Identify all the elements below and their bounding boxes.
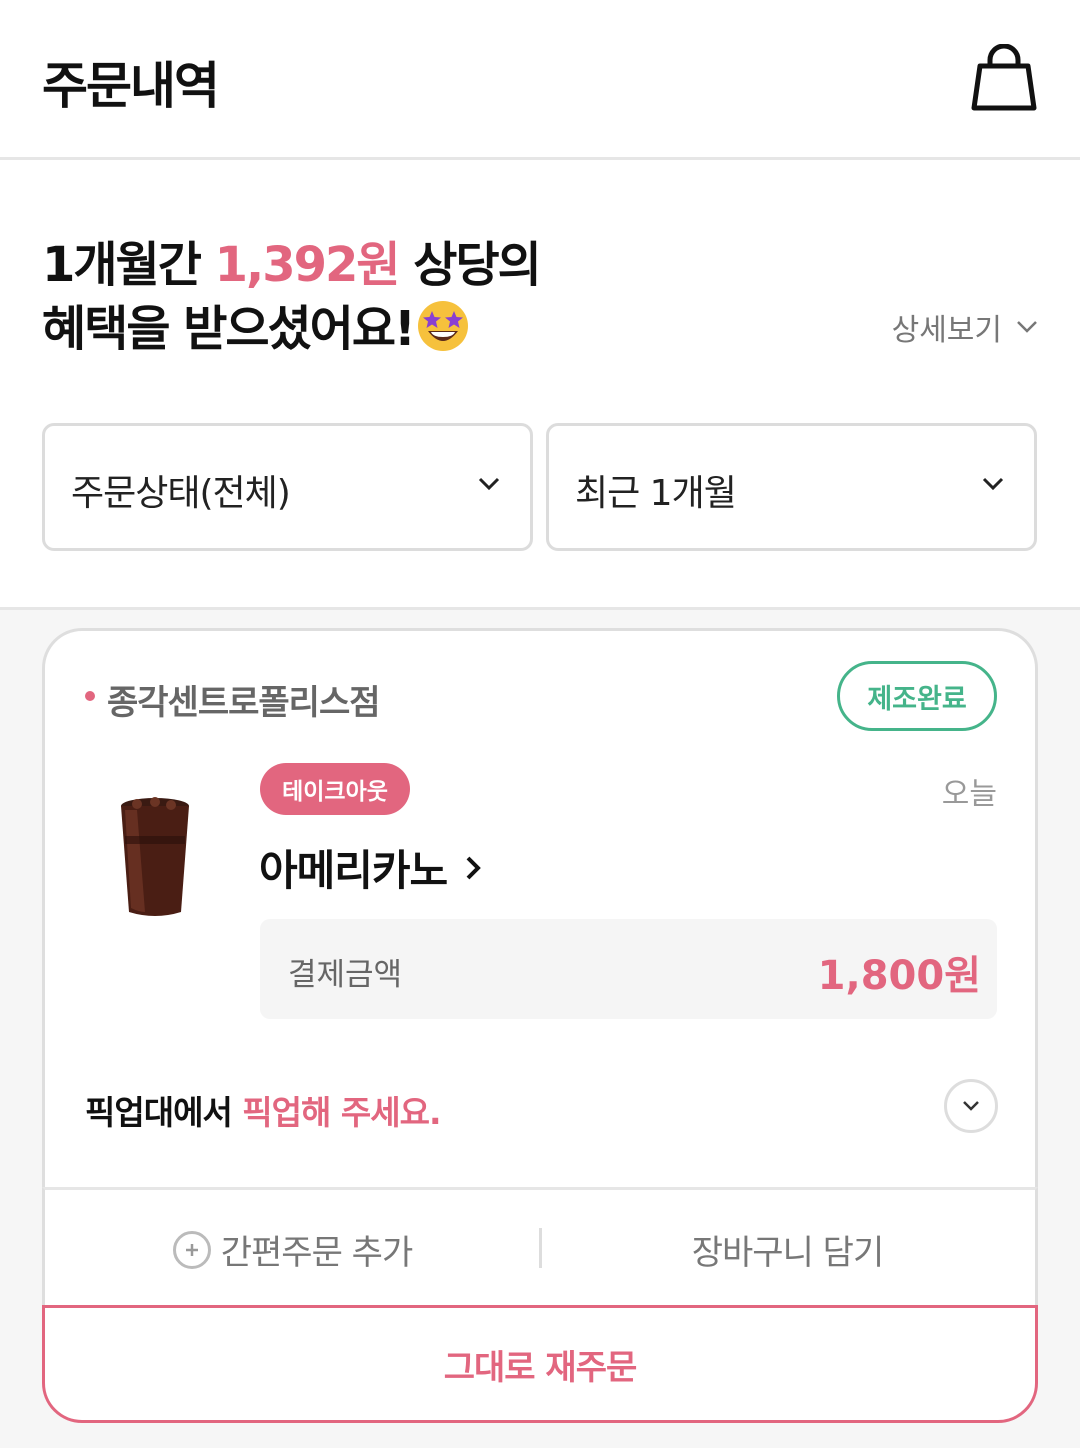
pickup-prefix: 픽업대에서: [85, 1093, 243, 1132]
chevron-down-icon: [1017, 321, 1037, 333]
product-link[interactable]: 아메리카노: [259, 837, 482, 898]
product-name: 아메리카노: [259, 846, 448, 895]
detail-link-label: 상세보기: [891, 313, 1002, 348]
benefit-amount: 1,392원: [214, 237, 401, 293]
benefit-summary: 1개월간 1,392원 상당의 혜택을 받으셨어요! 상세보기 주문상태(전체)…: [0, 163, 1080, 607]
payment-box: 결제금액 1,800원: [260, 919, 997, 1019]
chevron-down-icon: [478, 477, 500, 491]
add-to-cart-button[interactable]: 장바구니 담기: [540, 1190, 1035, 1309]
period-filter-label: 최근 1개월: [575, 473, 737, 514]
plus-icon: [172, 1230, 211, 1269]
shopping-bag-icon[interactable]: [970, 44, 1038, 114]
order-card: 종각센트로폴리스점 제조완료 테이크아웃 오늘 아메리카노 결제금액 1,800…: [42, 628, 1038, 1208]
headline-suffix: 상당의: [398, 237, 542, 293]
status-filter-label: 주문상태(전체): [71, 473, 291, 514]
headline-prefix: 1개월간: [42, 237, 215, 293]
benefit-headline: 1개월간 1,392원 상당의 혜택을 받으셨어요!: [42, 233, 542, 361]
add-to-cart-label: 장바구니 담기: [691, 1233, 884, 1273]
period-filter-dropdown[interactable]: 최근 1개월: [546, 423, 1037, 551]
chevron-right-icon: [466, 856, 482, 879]
status-filter-dropdown[interactable]: 주문상태(전체): [42, 423, 533, 551]
chevron-down-icon: [963, 1101, 979, 1111]
add-quick-order-label: 간편주문 추가: [220, 1233, 413, 1273]
chevron-down-icon: [982, 477, 1004, 491]
order-date: 오늘: [941, 777, 997, 812]
page-title: 주문내역: [42, 57, 220, 115]
store-name: 종각센트로폴리스점: [107, 683, 381, 723]
pickup-highlight: 픽업해 주세요.: [242, 1093, 441, 1132]
expand-button[interactable]: [944, 1079, 998, 1133]
star-struck-emoji-icon: [417, 301, 468, 351]
order-actions: 간편주문 추가 장바구니 담기: [42, 1187, 1038, 1309]
reorder-button[interactable]: 그대로 재주문: [42, 1305, 1038, 1423]
price-label: 결제금액: [288, 957, 403, 993]
header: 주문내역: [0, 0, 1080, 160]
price-value: 1,800원: [817, 953, 981, 999]
status-badge: 제조완료: [837, 661, 997, 731]
detail-link[interactable]: 상세보기: [892, 305, 1038, 349]
add-quick-order-button[interactable]: 간편주문 추가: [45, 1190, 540, 1309]
takeout-badge: 테이크아웃: [260, 763, 410, 815]
headline-line2: 혜택을 받으셨어요!: [42, 301, 416, 357]
americano-image: [121, 797, 189, 916]
pickup-message: 픽업대에서 픽업해 주세요.: [85, 1086, 441, 1134]
order-list: 종각센트로폴리스점 제조완료 테이크아웃 오늘 아메리카노 결제금액 1,800…: [0, 607, 1080, 1448]
store-dot: [85, 691, 95, 701]
reorder-label: 그대로 재주문: [443, 1347, 638, 1388]
